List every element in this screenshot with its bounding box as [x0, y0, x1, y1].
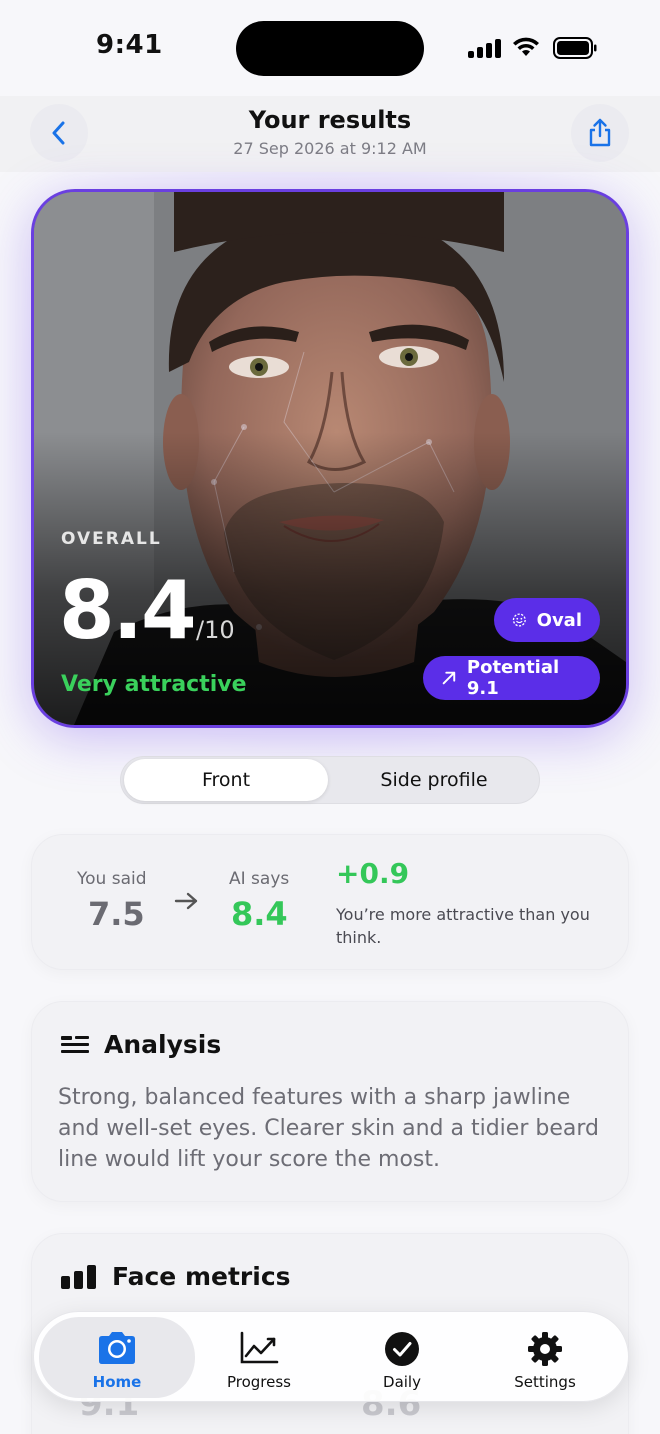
- self-vs-ai-card: You said 7.5 AI says 8.4 +0.9 You’re mor…: [31, 834, 629, 970]
- check-circle-icon: [385, 1332, 419, 1366]
- overall-score: 8.4: [59, 564, 197, 657]
- verdict-label: Very attractive: [61, 672, 247, 697]
- tab-daily-label: Daily: [383, 1373, 421, 1391]
- tab-home-label: Home: [92, 1373, 142, 1391]
- you-said-value: 7.5: [88, 895, 145, 933]
- status-time: 9:41: [96, 30, 163, 60]
- page-title: Your results: [248, 106, 412, 134]
- analysis-header: Analysis: [60, 1030, 221, 1059]
- bar-chart-icon: [61, 1264, 96, 1289]
- result-timestamp: 27 Sep 2026 at 9:12 AM: [233, 139, 427, 158]
- arrow-right-icon: [174, 892, 198, 910]
- battery-icon: [553, 37, 597, 59]
- navigation-bar: Your results 27 Sep 2026 at 9:12 AM: [0, 96, 660, 172]
- tab-home[interactable]: Home: [39, 1317, 195, 1398]
- tab-progress[interactable]: Progress: [181, 1317, 337, 1398]
- analysis-text: Strong, balanced features with a sharp j…: [58, 1085, 599, 1172]
- face-shape-badge[interactable]: Oval: [494, 598, 600, 642]
- you-said-label: You said: [77, 869, 147, 889]
- analysis-card: Analysis Strong, balanced features with …: [31, 1001, 629, 1202]
- overall-label: OVERALL: [61, 529, 162, 549]
- tab-bar: Home Progress Daily Settings: [33, 1311, 629, 1402]
- ai-says-label: AI says: [229, 869, 290, 889]
- score-max: /10: [196, 616, 235, 644]
- tab-daily[interactable]: Daily: [324, 1317, 480, 1398]
- score-hero-card: OVERALL 8.4 /10 Very attractive Oval Pot…: [31, 189, 629, 728]
- face-metrics-header: Face metrics: [60, 1262, 291, 1291]
- gear-icon: [528, 1332, 562, 1366]
- tab-settings[interactable]: Settings: [467, 1317, 623, 1398]
- view-segmented-control: Front Side profile: [120, 756, 540, 804]
- face-smile-icon: [512, 613, 526, 627]
- share-button[interactable]: [571, 104, 629, 162]
- tab-progress-label: Progress: [226, 1373, 291, 1391]
- camera-icon: [99, 1332, 135, 1364]
- tab-settings-label: Settings: [514, 1373, 576, 1391]
- arrow-up-right-icon: [442, 671, 456, 685]
- face-shape-label: Oval: [536, 609, 582, 631]
- segment-side-profile[interactable]: Side profile: [331, 759, 537, 801]
- analysis-title: Analysis: [104, 1030, 222, 1059]
- analysis-list-icon: [61, 1035, 89, 1053]
- dynamic-island: [236, 21, 424, 76]
- score-delta: +0.9: [336, 857, 410, 890]
- chart-line-icon: [240, 1331, 279, 1364]
- ai-says-value: 8.4: [231, 895, 288, 933]
- wifi-icon: [513, 37, 539, 56]
- status-bar: 9:41: [0, 0, 660, 96]
- potential-label: Potential 9.1: [466, 657, 560, 699]
- cellular-signal-icon: [468, 38, 502, 58]
- delta-message: You’re more attractive than you think.: [336, 905, 590, 947]
- face-metrics-title: Face metrics: [112, 1262, 291, 1291]
- potential-badge[interactable]: Potential 9.1: [423, 656, 600, 700]
- share-icon: [589, 118, 611, 147]
- segment-front[interactable]: Front: [124, 759, 328, 801]
